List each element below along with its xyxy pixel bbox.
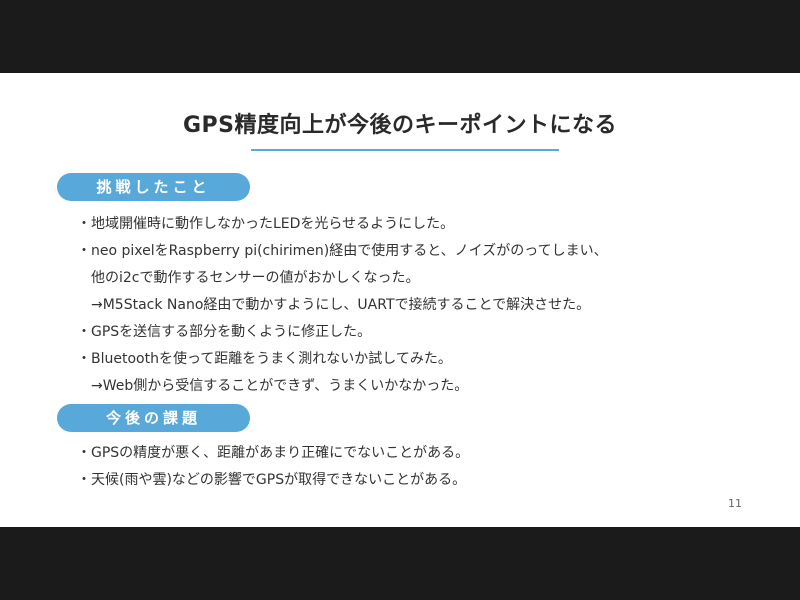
bullet-text: 他のi2cで動作するセンサーの値がおかしくなった。 — [91, 270, 420, 286]
continuation-line: →Web側から受信することができず、うまくいかなかった。 — [91, 375, 468, 395]
letterbox-top — [0, 0, 800, 73]
bullet-text: GPSを送信する部分を動くように修正した。 — [91, 324, 372, 340]
letterbox-bottom — [0, 527, 800, 600]
presentation-slide: GPS精度向上が今後のキーポイントになる 挑戦したこと ・地域開催時に動作しなか… — [0, 73, 800, 527]
bullet-mark: ・ — [77, 243, 91, 259]
bullet-text: →Web側から受信することができず、うまくいかなかった。 — [91, 378, 469, 394]
bullet-line: ・GPSの精度が悪く、距離があまり正確にでないことがある。 — [77, 442, 469, 462]
bullet-text: neo pixelをRaspberry pi(chirimen)経由で使用すると… — [91, 243, 608, 259]
page-number: 11 — [728, 497, 742, 510]
slide-title: GPS精度向上が今後のキーポイントになる — [182, 113, 618, 138]
bullet-mark: ・ — [77, 216, 91, 232]
bullet-line: ・GPSを送信する部分を動くように修正した。 — [77, 321, 371, 341]
bullet-line: ・neo pixelをRaspberry pi(chirimen)経由で使用する… — [77, 240, 608, 260]
bullet-line: ・天候(雨や雲)などの影響でGPSが取得できないことがある。 — [77, 469, 466, 489]
bullet-text: GPSの精度が悪く、距離があまり正確にでないことがある。 — [91, 445, 470, 461]
bullet-mark: ・ — [77, 445, 91, 461]
bullet-text: →M5Stack Nano経由で動かすようにし、UARTで接続することで解決させ… — [91, 297, 591, 313]
bullet-text: 地域開催時に動作しなかったLEDを光らせるようにした。 — [91, 216, 455, 232]
bullet-text: 天候(雨や雲)などの影響でGPSが取得できないことがある。 — [91, 472, 467, 488]
continuation-line: →M5Stack Nano経由で動かすようにし、UARTで接続することで解決させ… — [91, 294, 590, 314]
section-heading-challenges: 挑戦したこと — [57, 173, 250, 201]
bullet-line: ・Bluetoothを使って距離をうまく測れないか試してみた。 — [77, 348, 452, 368]
bullet-mark: ・ — [77, 324, 91, 340]
bullet-line: ・地域開催時に動作しなかったLEDを光らせるようにした。 — [77, 213, 454, 233]
section-heading-future-issues: 今後の課題 — [57, 404, 250, 432]
bullet-mark: ・ — [77, 472, 91, 488]
bullet-text: Bluetoothを使って距離をうまく測れないか試してみた。 — [91, 351, 452, 367]
continuation-line: 他のi2cで動作するセンサーの値がおかしくなった。 — [91, 267, 420, 287]
title-underline — [251, 149, 559, 151]
bullet-mark: ・ — [77, 351, 91, 367]
